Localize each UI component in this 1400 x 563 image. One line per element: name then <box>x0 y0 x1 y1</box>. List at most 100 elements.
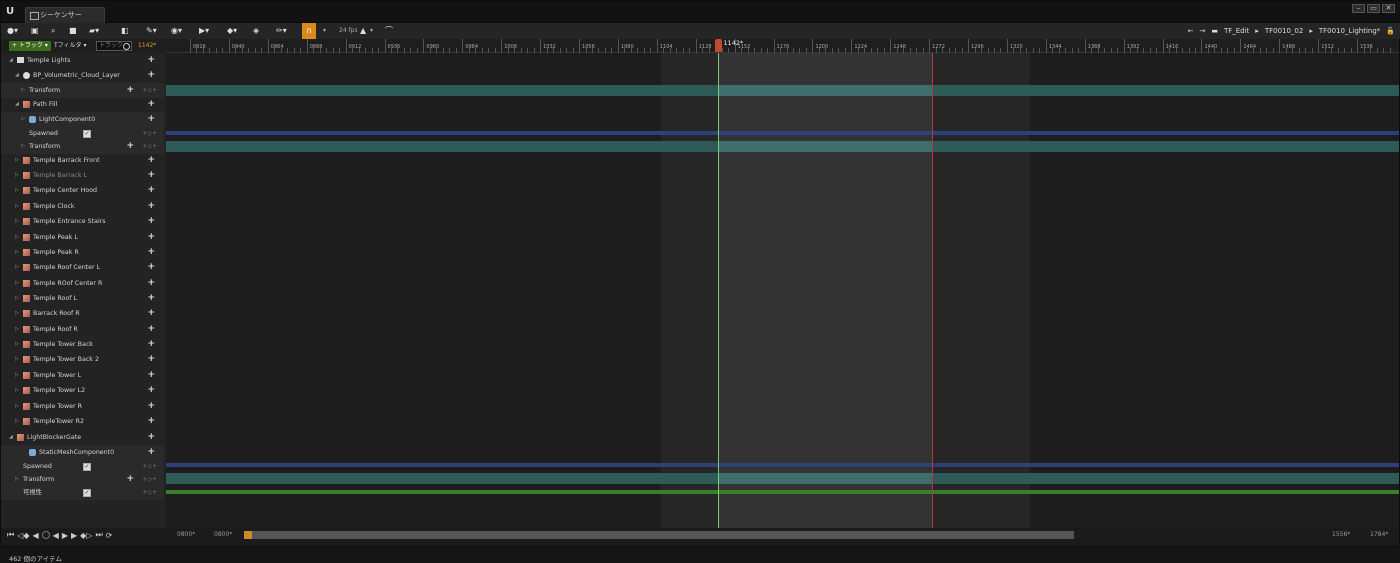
breadcrumb-item[interactable]: TF0010_02 <box>1265 27 1304 35</box>
add-icon[interactable]: + <box>147 322 155 337</box>
play-start-field[interactable]: 0800* <box>214 531 232 538</box>
add-icon[interactable]: + <box>147 112 155 127</box>
expand-arrow-icon[interactable]: ▷ <box>15 352 19 367</box>
add-icon[interactable]: + <box>147 399 155 414</box>
expand-arrow-icon[interactable]: ▷ <box>15 276 19 291</box>
expand-arrow-icon[interactable]: ▷ <box>15 337 19 352</box>
breadcrumb-item[interactable]: TF_Edit <box>1224 27 1249 35</box>
tree-row[interactable]: ▷ Temple Tower R + <box>1 399 164 414</box>
view-start-field[interactable]: 0800* <box>177 531 195 538</box>
play-icon[interactable]: ▶▾ <box>199 23 209 39</box>
expand-arrow-icon[interactable]: ◢ <box>15 68 19 83</box>
expand-arrow-icon[interactable]: ◢ <box>9 430 13 445</box>
add-icon[interactable]: + <box>147 445 155 460</box>
expand-arrow-icon[interactable]: ▷ <box>15 414 19 429</box>
playhead-handle[interactable] <box>715 39 723 52</box>
filter-button[interactable]: Tフィルタ ▾ <box>54 41 86 51</box>
warning-icon[interactable]: ▲ <box>360 23 366 39</box>
step-back-icon[interactable]: ◀ <box>33 531 39 540</box>
world-icon[interactable]: ●▾ <box>7 23 18 39</box>
key-nav-icons[interactable]: +◇+ <box>142 485 157 500</box>
tree-row[interactable]: ▷ Temple Roof Center L + <box>1 260 164 275</box>
maximize-button[interactable]: ▭ <box>1367 4 1380 13</box>
search-icon[interactable]: ⌕ <box>51 23 55 39</box>
play-end-field[interactable]: 1556* <box>1332 531 1350 538</box>
folder-icon[interactable]: ▬ <box>1211 27 1218 35</box>
add-icon[interactable]: + <box>126 83 134 98</box>
add-icon[interactable]: + <box>147 230 155 245</box>
to-end-icon[interactable]: ⏭ <box>95 530 102 540</box>
add-icon[interactable]: + <box>147 199 155 214</box>
camera-icon[interactable]: ■ <box>69 23 77 39</box>
add-icon[interactable]: + <box>126 139 134 154</box>
curve-editor-icon[interactable]: ⌒ <box>385 23 393 39</box>
tree-row[interactable]: ▷ Temple Tower L2 + <box>1 383 164 398</box>
expand-arrow-icon[interactable]: ▷ <box>15 168 19 183</box>
wrench-icon[interactable]: ✎▾ <box>146 23 157 39</box>
back-icon[interactable]: ← <box>1188 27 1194 35</box>
add-icon[interactable]: + <box>147 260 155 275</box>
tree-row[interactable]: ▷ Temple Tower L + <box>1 368 164 383</box>
add-track-button[interactable]: + トラック ▾ <box>9 41 51 51</box>
add-icon[interactable]: + <box>147 337 155 352</box>
forward-icon[interactable]: → <box>1199 27 1205 35</box>
view-end-field[interactable]: 1784* <box>1370 531 1388 538</box>
add-icon[interactable]: + <box>147 214 155 229</box>
add-icon[interactable]: + <box>147 153 155 168</box>
add-icon[interactable]: + <box>147 183 155 198</box>
tab-sequencer[interactable]: シーケンサー <box>25 7 105 23</box>
tree-row[interactable]: ▷ Temple Clock + <box>1 199 164 214</box>
expand-arrow-icon[interactable]: ▷ <box>15 183 19 198</box>
view-icon[interactable]: ◉▾ <box>171 23 182 39</box>
tree-row[interactable]: ◢ Path Fill + <box>1 97 164 112</box>
loop-icon[interactable]: ⟳ <box>106 531 113 540</box>
render-icon[interactable]: ▰▾ <box>89 23 99 39</box>
prev-key-icon[interactable]: ◁◆ <box>17 531 29 540</box>
expand-arrow-icon[interactable]: ▷ <box>15 322 19 337</box>
current-frame-field[interactable]: 1142* <box>138 41 156 51</box>
time-ruler[interactable]: 0816 0840 0864 0888 0912 0936 0960 0984 1008 1032… <box>166 39 1399 53</box>
playhead-line[interactable] <box>718 53 720 528</box>
save-icon[interactable]: ▣ <box>31 23 39 39</box>
tag-icon[interactable]: ◈ <box>253 23 259 39</box>
add-icon[interactable]: + <box>147 383 155 398</box>
tree-row[interactable]: ▷ Temple Peak L + <box>1 230 164 245</box>
fps-dropdown-icon[interactable]: ▾ <box>370 23 373 39</box>
play-reverse-icon[interactable]: ◀ <box>53 531 59 540</box>
next-key-icon[interactable]: ◆▷ <box>80 531 92 540</box>
tree-row[interactable]: ▷ Temple ROof Center R + <box>1 276 164 291</box>
pencil-icon[interactable]: ✏▾ <box>276 23 287 39</box>
key-nav-icons[interactable]: +◇+ <box>142 83 157 98</box>
tree-row[interactable]: ▷ Temple Tower Back + <box>1 337 164 352</box>
expand-arrow-icon[interactable]: ▷ <box>15 245 19 260</box>
tree-row[interactable]: ▷ Temple Barrack L + <box>1 168 164 183</box>
expand-arrow-icon[interactable]: ▷ <box>15 306 19 321</box>
tree-row[interactable]: ▷ LightComponent0 + <box>1 112 164 127</box>
timeline-area[interactable]: 0816 0840 0864 0888 0912 0936 0960 0984 1008 1032… <box>166 39 1399 528</box>
actor-icon[interactable]: ◧ <box>121 23 129 39</box>
tree-row[interactable]: ▷ Temple Center Hood + <box>1 183 164 198</box>
key-icon[interactable]: ◆▾ <box>227 23 237 39</box>
step-forward-icon[interactable]: ▶ <box>71 531 77 540</box>
add-icon[interactable]: + <box>147 291 155 306</box>
tree-row[interactable]: ▷ Temple Roof R + <box>1 322 164 337</box>
expand-arrow-icon[interactable]: ▷ <box>21 112 25 127</box>
expand-arrow-icon[interactable]: ▷ <box>21 83 25 98</box>
tree-row[interactable]: ▷ Barrack Roof R + <box>1 306 164 321</box>
fps-selector[interactable]: 24 fps <box>339 23 358 39</box>
add-icon[interactable]: + <box>147 245 155 260</box>
add-icon[interactable]: + <box>147 430 155 445</box>
tree-row[interactable]: ◢ LightBlockerGate + <box>1 430 164 445</box>
add-icon[interactable]: + <box>147 168 155 183</box>
tree-row[interactable]: StaticMeshComponent0 + <box>1 445 164 460</box>
lock-icon[interactable]: 🔓 <box>1386 27 1395 35</box>
close-button[interactable]: ✕ <box>1382 4 1395 13</box>
expand-arrow-icon[interactable]: ▷ <box>15 153 19 168</box>
add-icon[interactable]: + <box>147 68 155 83</box>
tree-row[interactable]: ▷ Temple Entrance Stairs + <box>1 214 164 229</box>
add-icon[interactable]: + <box>147 276 155 291</box>
add-icon[interactable]: + <box>147 414 155 429</box>
tree-row[interactable]: ▷ Temple Peak R + <box>1 245 164 260</box>
tree-row[interactable]: ▷ Transform +◇+ + <box>1 83 164 98</box>
add-icon[interactable]: + <box>147 97 155 112</box>
